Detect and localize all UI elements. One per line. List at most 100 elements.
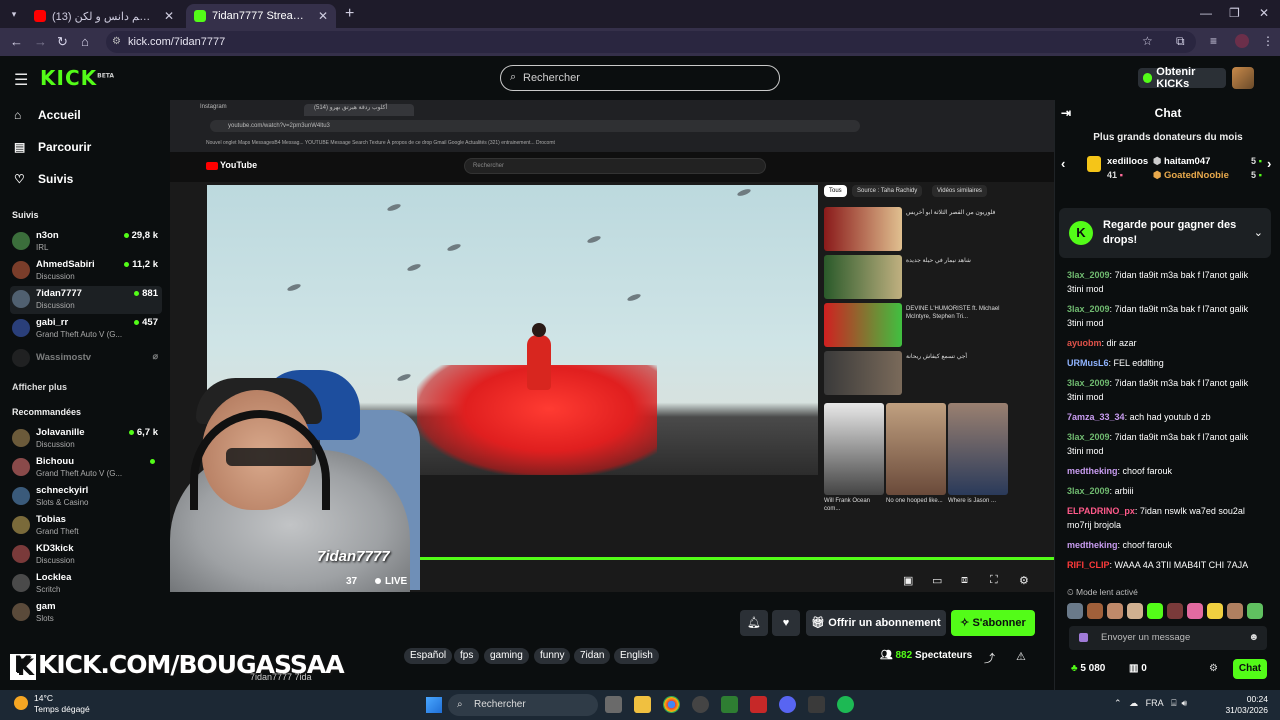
chat-username[interactable]: medtheking <box>1067 466 1118 476</box>
donors-prev-icon[interactable]: ‹ <box>1061 156 1065 171</box>
menu-icon[interactable]: ☰ <box>14 70 28 90</box>
send-chat-button[interactable]: Chat <box>1233 659 1267 679</box>
home-icon[interactable]: ⌂ <box>81 34 89 49</box>
site-info-icon[interactable]: ⚙ <box>112 31 121 53</box>
theater-mode-icon[interactable]: ▭ <box>932 574 942 587</box>
emote-icon[interactable] <box>1207 603 1223 619</box>
recommended-channel-kd3kick[interactable]: KD3kick Discussion <box>10 541 162 569</box>
emote-icon[interactable] <box>1087 603 1103 619</box>
language-indicator[interactable]: FRA <box>1146 698 1164 708</box>
chat-username[interactable]: 3lax_2009 <box>1067 304 1110 314</box>
chat-username[interactable]: 3lax_2009 <box>1067 378 1110 388</box>
new-tab-icon[interactable]: + <box>345 5 354 23</box>
chevron-down-icon[interactable]: ⌄ <box>1254 226 1263 239</box>
reload-icon[interactable]: ↻ <box>57 34 68 50</box>
show-more-link[interactable]: Afficher plus <box>12 382 67 392</box>
share-icon[interactable]: ⤴ <box>984 650 995 666</box>
close-window-icon[interactable]: ✕ <box>1259 6 1269 20</box>
volume-icon[interactable]: 🔊︎ <box>1182 698 1188 708</box>
browser-tab-youtube[interactable]: (13) بوسحاق شرشم دانس و لكن ✕ <box>26 4 182 28</box>
followed-channel-ahmedsabiri[interactable]: AhmedSabiri Discussion 11,2 k <box>10 257 162 285</box>
video-player[interactable]: Instagram (514) أكلوب ردقة هيرتق بهرو yo… <box>170 100 1054 592</box>
collapse-chat-icon[interactable]: ⇥ <box>1061 100 1071 126</box>
chat-username[interactable]: 7amza_33_34 <box>1067 412 1125 422</box>
taskbar-search[interactable]: ⌕ Rechercher <box>448 694 598 716</box>
discord-icon[interactable] <box>779 696 796 713</box>
reading-list-icon[interactable]: ≡ <box>1210 34 1217 48</box>
tag-gaming[interactable]: gaming <box>484 648 529 664</box>
chat-input[interactable]: Envoyer un message ☻ <box>1069 626 1267 650</box>
follow-heart-button[interactable]: ♥ <box>772 610 800 636</box>
chat-username[interactable]: 3lax_2009 <box>1067 486 1110 496</box>
notification-bell-button[interactable]: 🔔︎ <box>740 610 768 636</box>
tag-7idan[interactable]: 7idan <box>574 648 611 664</box>
bookmark-star-icon[interactable]: ☆ <box>1142 34 1153 48</box>
restore-icon[interactable]: ❐ <box>1229 6 1240 20</box>
recommended-channel-tobias[interactable]: Tobias Grand Theft <box>10 512 162 540</box>
fullscreen-icon[interactable]: ⛶ <box>990 574 998 587</box>
user-avatar[interactable] <box>1232 67 1254 89</box>
chat-username[interactable]: ayuobm <box>1067 338 1102 348</box>
kicks-balance[interactable]: ♣ 5 080 <box>1071 663 1105 674</box>
subscribe-button[interactable]: ✧ S'abonner <box>951 610 1035 636</box>
recommended-channel-schneckyirl[interactable]: schneckyirl Slots & Casino <box>10 483 162 511</box>
minimize-icon[interactable]: — <box>1200 6 1212 20</box>
emote-icon[interactable] <box>1147 603 1163 619</box>
followed-channel-7idan7777[interactable]: 7idan7777 Discussion 881 <box>10 286 162 314</box>
chat-username[interactable]: medtheking <box>1067 540 1118 550</box>
donors-next-icon[interactable]: › <box>1267 156 1271 171</box>
nav-browse[interactable]: ▤ Parcourir <box>14 140 91 154</box>
extensions-icon[interactable]: ⧉ <box>1176 34 1185 49</box>
followed-channel-wassimostv[interactable]: Wassimostv ⌀ <box>10 345 162 373</box>
tag-funny[interactable]: funny <box>534 648 571 664</box>
recommended-channel-gam[interactable]: gam Slots <box>10 599 162 627</box>
spotify-icon[interactable] <box>837 696 854 713</box>
steam-icon[interactable] <box>692 696 709 713</box>
weather-widget[interactable]: 14°C Temps dégagé <box>12 693 90 715</box>
chat-settings-icon[interactable]: ⚙ <box>1209 663 1218 674</box>
browser-menu-icon[interactable]: ⋮ <box>1262 34 1274 48</box>
recommended-channel-jolavanille[interactable]: Jolavanille Discussion 6,7 k <box>10 425 162 453</box>
settings-gear-icon[interactable]: ⚙ <box>1019 574 1029 587</box>
nav-following[interactable]: ♡ Suivis <box>14 172 73 186</box>
app-icon[interactable] <box>750 696 767 713</box>
recommended-channel-locklea[interactable]: Locklea Scritch <box>10 570 162 598</box>
followed-channel-gabi-rr[interactable]: gabi_rr Grand Theft Auto V (G... 457 <box>10 315 162 343</box>
close-tab-icon[interactable]: ✕ <box>318 9 328 23</box>
report-warning-icon[interactable]: ⚠ <box>1016 650 1026 663</box>
url-bar[interactable]: ⚙ kick.com/7idan7777 <box>106 31 1196 53</box>
nav-home[interactable]: ⌂ Accueil <box>14 108 81 122</box>
clip-icon[interactable]: ⧈ <box>961 574 968 587</box>
recommended-channel-bichouu[interactable]: Bichouu Grand Theft Auto V (G... <box>10 454 162 482</box>
task-view-icon[interactable] <box>605 696 622 713</box>
kick-logo[interactable]: KICKBETA <box>40 66 114 90</box>
miniplayer-icon[interactable]: ▣ <box>903 574 913 587</box>
chat-username[interactable]: ELPADRINO_px <box>1067 506 1135 516</box>
drops-banner[interactable]: K Regarde pour gagner des drops! ⌄ <box>1059 208 1271 258</box>
emote-icon[interactable] <box>1247 603 1263 619</box>
gift-subscription-button[interactable]: 🎁︎ Offrir un abonnement <box>806 610 946 636</box>
browser-tab-kick[interactable]: 7idan7777 Stream - Watch Live ✕ <box>186 4 336 28</box>
gifts-count[interactable]: ▥ 0 <box>1129 663 1147 674</box>
emote-icon[interactable] <box>1127 603 1143 619</box>
tag-english[interactable]: English <box>614 648 659 664</box>
followed-channel-n3on[interactable]: n3on IRL 29,8 k <box>10 228 162 256</box>
network-icon[interactable]: ⌸ <box>1171 698 1176 708</box>
chat-username[interactable]: 3lax_2009 <box>1067 270 1110 280</box>
taskbar-clock[interactable]: 00:24 31/03/2026 <box>1220 694 1268 716</box>
tray-chevron-icon[interactable]: ⌃ <box>1114 698 1122 708</box>
chat-username[interactable]: 3lax_2009 <box>1067 432 1110 442</box>
file-explorer-icon[interactable] <box>634 696 651 713</box>
close-tab-icon[interactable]: ✕ <box>164 9 174 23</box>
cloud-icon[interactable]: ☁ <box>1129 698 1138 708</box>
browser-profile-avatar[interactable] <box>1235 34 1249 48</box>
forward-icon[interactable]: → <box>34 34 47 49</box>
app-icon[interactable] <box>808 696 825 713</box>
emote-icon[interactable] <box>1227 603 1243 619</box>
emote-icon[interactable] <box>1187 603 1203 619</box>
app-icon[interactable] <box>721 696 738 713</box>
windows-start-icon[interactable] <box>426 697 442 713</box>
chrome-icon[interactable] <box>663 696 680 713</box>
emote-icon[interactable] <box>1107 603 1123 619</box>
emoji-picker-icon[interactable]: ☻ <box>1248 626 1259 650</box>
